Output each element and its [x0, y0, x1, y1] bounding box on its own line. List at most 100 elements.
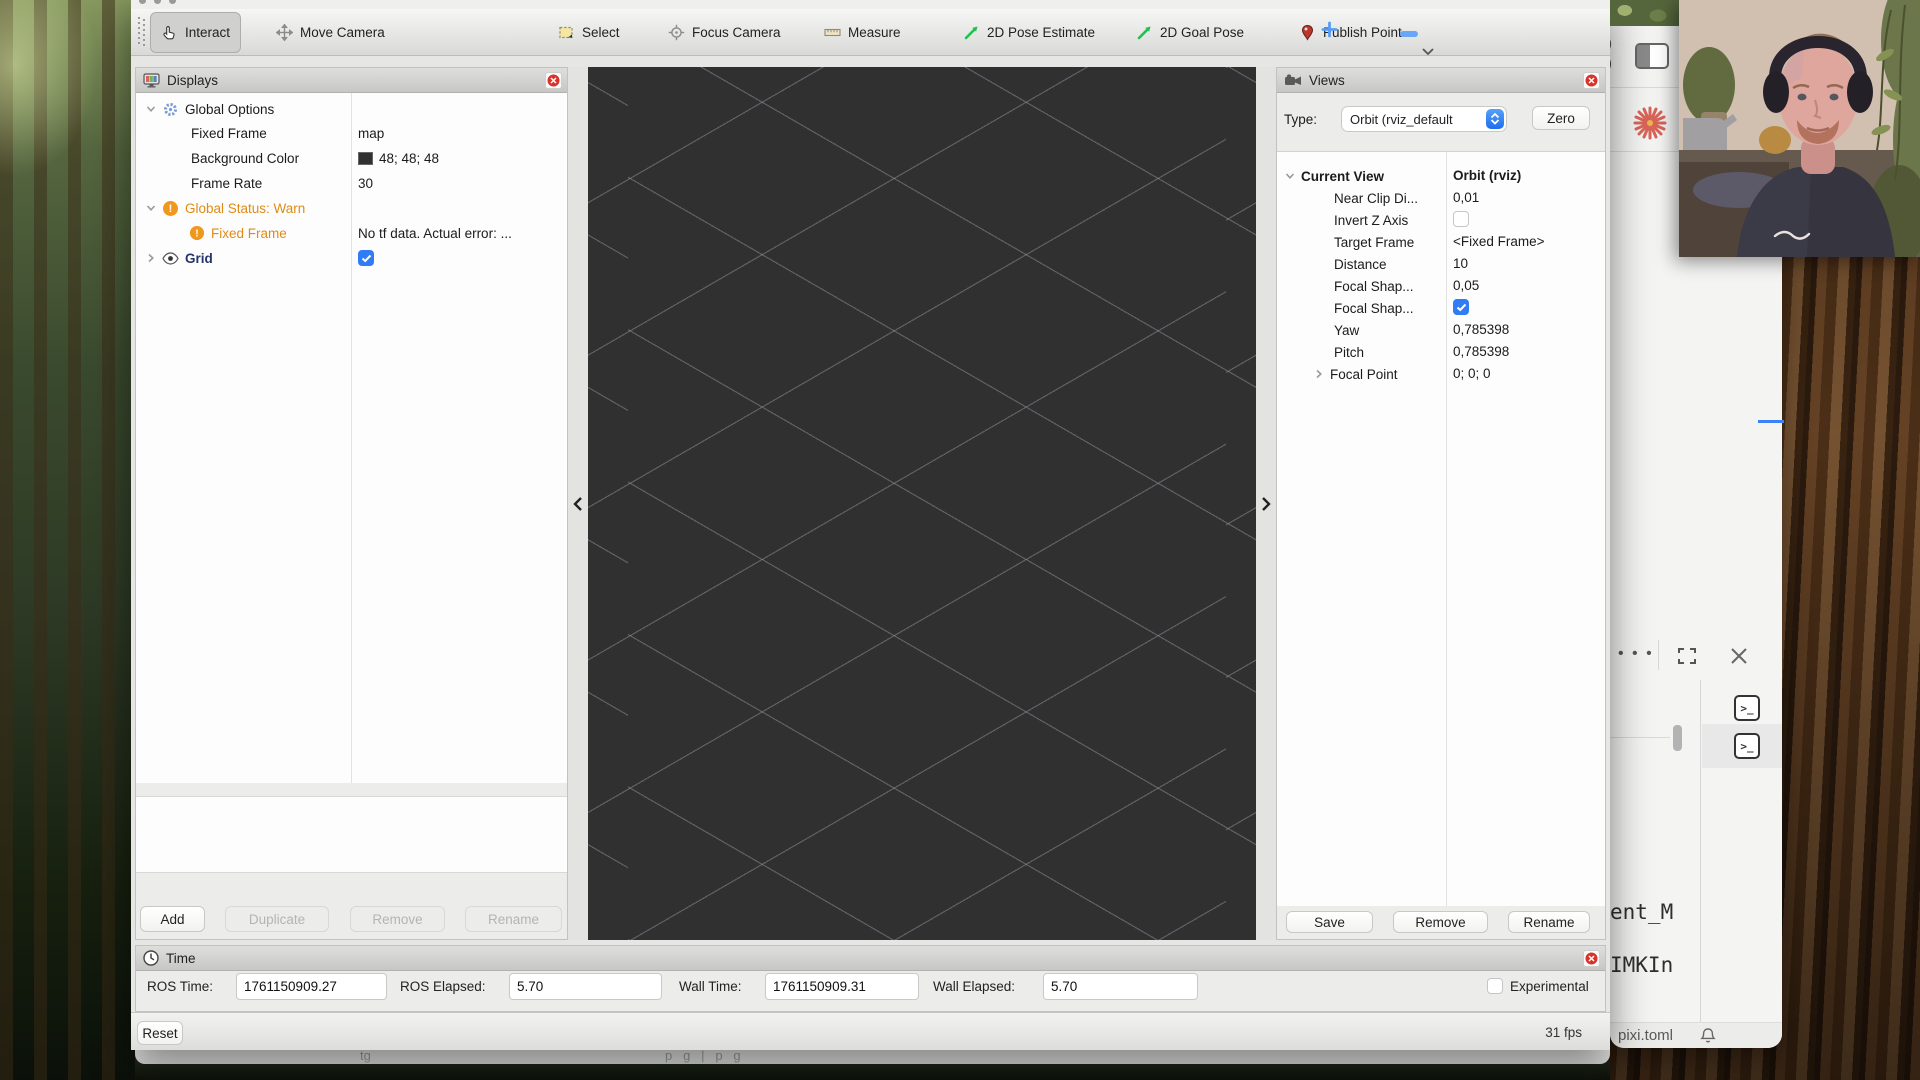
view-row-invert-z[interactable]: Invert Z Axis	[1277, 208, 1408, 232]
property-value[interactable]: 48; 48; 48	[358, 146, 439, 170]
select-stepper-icon	[1486, 109, 1504, 129]
close-icon[interactable]	[1728, 645, 1750, 667]
toolbar-button-2d-pose-estimate[interactable]: 2D Pose Estimate	[953, 12, 1105, 53]
property-label: Yaw	[1334, 323, 1359, 338]
bell-icon[interactable]	[1699, 1027, 1717, 1045]
view-row-focal-shape-size[interactable]: Focal Shap...	[1277, 274, 1414, 298]
property-label: Global Options	[185, 102, 274, 117]
traffic-light-close[interactable]	[139, 0, 146, 4]
clipped-code-text: ent_M	[1610, 900, 1673, 924]
property-value[interactable]: 0,785398	[1453, 318, 1509, 340]
toolbar-button-measure[interactable]: Measure	[814, 12, 911, 53]
invert-z-checkbox[interactable]	[1453, 208, 1469, 230]
chevron-down-icon[interactable]	[1285, 171, 1295, 181]
property-value[interactable]: 0,01	[1453, 186, 1479, 208]
displays-collapse-handle[interactable]	[568, 67, 588, 940]
view-row-current-view[interactable]: Current View	[1277, 164, 1384, 188]
displays-close-button[interactable]	[545, 72, 562, 89]
toolbar-drag-handle[interactable]	[138, 17, 146, 47]
toolbar-button-interact[interactable]: Interact	[150, 12, 241, 53]
add-tool-icon[interactable]	[1321, 21, 1338, 38]
view-row-focal-shape-fixed[interactable]: Focal Shap...	[1277, 296, 1414, 320]
wall-time-input[interactable]: 1761150909.31	[765, 973, 919, 1000]
more-options-icon[interactable]: • • •	[1618, 645, 1654, 663]
traffic-light-minimize[interactable]	[154, 0, 161, 4]
zero-view-button[interactable]: Zero	[1532, 106, 1590, 130]
blue-indicator-line	[1758, 420, 1784, 423]
remove-display-button[interactable]: Remove	[350, 906, 445, 932]
focal-shape-checkbox[interactable]	[1453, 296, 1469, 318]
statusbar: Reset 31 fps	[131, 1012, 1610, 1050]
toolbar-overflow-chevron-icon[interactable]	[1420, 47, 1436, 57]
view-row-pitch[interactable]: Pitch	[1277, 340, 1364, 364]
chevron-down-icon[interactable]	[146, 104, 156, 114]
displays-panel: Displays Global Options	[135, 67, 568, 940]
traffic-light-zoom[interactable]	[169, 0, 176, 4]
displays-panel-header[interactable]: Displays	[136, 68, 567, 93]
view-type-select[interactable]: Orbit (rviz_default	[1341, 106, 1507, 132]
ros-time-input[interactable]: 1761150909.27	[236, 973, 387, 1000]
ros-elapsed-input[interactable]: 5.70	[509, 973, 662, 1000]
view-row-near-clip[interactable]: Near Clip Di...	[1277, 186, 1418, 210]
display-row-frame-rate[interactable]: Frame Rate	[136, 171, 262, 195]
wall-elapsed-input[interactable]: 5.70	[1043, 973, 1198, 1000]
display-row-fixed-frame[interactable]: Fixed Frame	[136, 121, 267, 145]
toolbar-button-select[interactable]: Select	[548, 12, 630, 53]
toolbar-button-2d-goal-pose[interactable]: 2D Goal Pose	[1126, 12, 1254, 53]
expand-icon[interactable]	[1676, 645, 1698, 667]
rename-display-button[interactable]: Rename	[465, 906, 562, 932]
display-row-background-color[interactable]: Background Color	[136, 146, 299, 170]
property-value[interactable]: 10	[1453, 252, 1468, 274]
time-panel-header[interactable]: Time	[136, 946, 1605, 971]
terminal-icon[interactable]: >_	[1734, 733, 1760, 759]
statusbar-file-label[interactable]: pixi.toml	[1618, 1027, 1673, 1044]
reset-button[interactable]: Reset	[137, 1021, 183, 1045]
remove-view-button[interactable]: Remove	[1393, 911, 1488, 933]
view-row-target-frame[interactable]: Target Frame	[1277, 230, 1414, 254]
chevron-right-icon[interactable]	[146, 253, 156, 263]
time-close-button[interactable]	[1583, 950, 1600, 967]
property-value[interactable]: map	[358, 121, 384, 145]
view-row-distance[interactable]: Distance	[1277, 252, 1387, 276]
property-value[interactable]: 30	[358, 171, 373, 195]
views-collapse-handle[interactable]	[1256, 67, 1276, 940]
property-value[interactable]: <Fixed Frame>	[1453, 230, 1545, 252]
move-camera-icon	[276, 24, 293, 41]
views-panel-header[interactable]: Views	[1277, 68, 1605, 93]
toolbar-button-move-camera[interactable]: Move Camera	[266, 12, 395, 53]
remove-tool-icon[interactable]	[1399, 29, 1419, 39]
property-value[interactable]: 0,785398	[1453, 340, 1509, 362]
experimental-checkbox[interactable]	[1487, 978, 1503, 994]
save-view-button[interactable]: Save	[1286, 911, 1373, 933]
rename-view-button[interactable]: Rename	[1508, 911, 1590, 933]
warning-icon: !	[162, 200, 179, 217]
grid-enabled-checkbox[interactable]	[358, 246, 374, 270]
column-divider[interactable]	[1446, 152, 1447, 906]
terminal-icon[interactable]: >_	[1734, 695, 1760, 721]
column-divider[interactable]	[351, 93, 352, 783]
toolbar-button-focus-camera[interactable]: Focus Camera	[658, 12, 791, 53]
display-row-grid[interactable]: Grid	[136, 246, 213, 270]
property-value[interactable]: 0; 0; 0	[1453, 362, 1491, 384]
property-label: Fixed Frame	[191, 126, 267, 141]
chevron-down-icon[interactable]	[146, 203, 156, 213]
scrollbar-thumb[interactable]	[1673, 725, 1682, 751]
view-row-yaw[interactable]: Yaw	[1277, 318, 1359, 342]
clipped-glyphs: p g | p g	[665, 1048, 741, 1063]
3d-viewport[interactable]	[588, 67, 1256, 940]
sidebar-toggle-icon[interactable]	[1635, 43, 1669, 69]
clock-icon	[143, 950, 159, 966]
view-row-focal-point[interactable]: Focal Point	[1277, 362, 1398, 386]
views-close-button[interactable]	[1583, 72, 1600, 89]
toolbar-button-publish-point[interactable]: Publish Point	[1289, 12, 1412, 53]
duplicate-display-button[interactable]: Duplicate	[225, 906, 329, 932]
publish-point-pin-icon	[1299, 24, 1316, 41]
chevron-right-icon[interactable]	[1314, 369, 1324, 379]
display-row-global-options[interactable]: Global Options	[136, 97, 274, 121]
toolbar-label: Move Camera	[300, 25, 385, 40]
property-value[interactable]: 0,05	[1453, 274, 1479, 296]
wallpaper-bottom-strip	[135, 1062, 1610, 1080]
add-display-button[interactable]: Add	[140, 906, 205, 932]
display-row-fixed-frame-warning[interactable]: ! Fixed Frame	[136, 221, 287, 245]
display-row-global-status[interactable]: ! Global Status: Warn	[136, 196, 305, 220]
